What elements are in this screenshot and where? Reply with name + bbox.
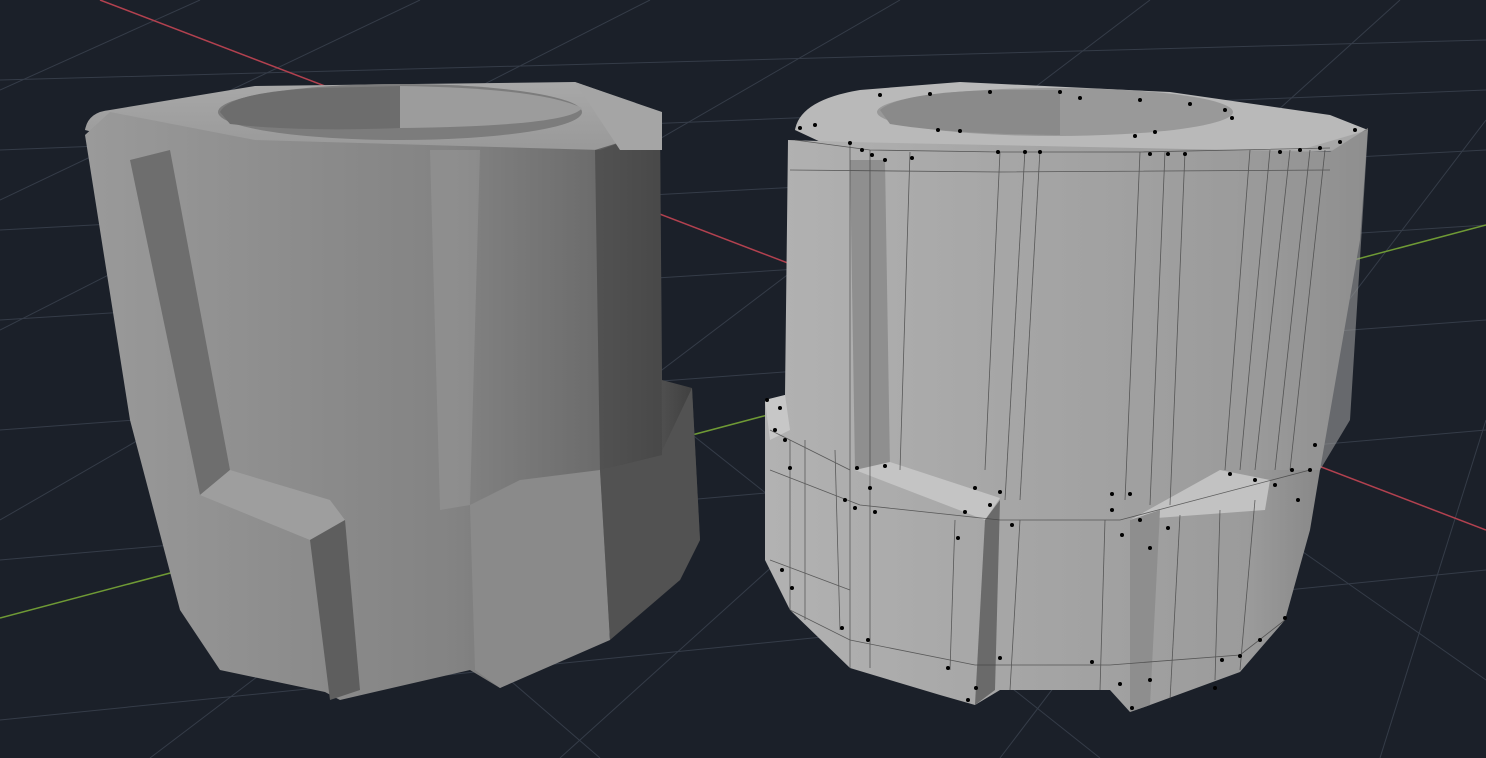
- wireframe-overlay-mesh[interactable]: [765, 82, 1368, 712]
- viewport-canvas[interactable]: [0, 0, 1486, 758]
- 3d-viewport[interactable]: [0, 0, 1486, 758]
- smooth-shaded-mesh[interactable]: [85, 82, 700, 700]
